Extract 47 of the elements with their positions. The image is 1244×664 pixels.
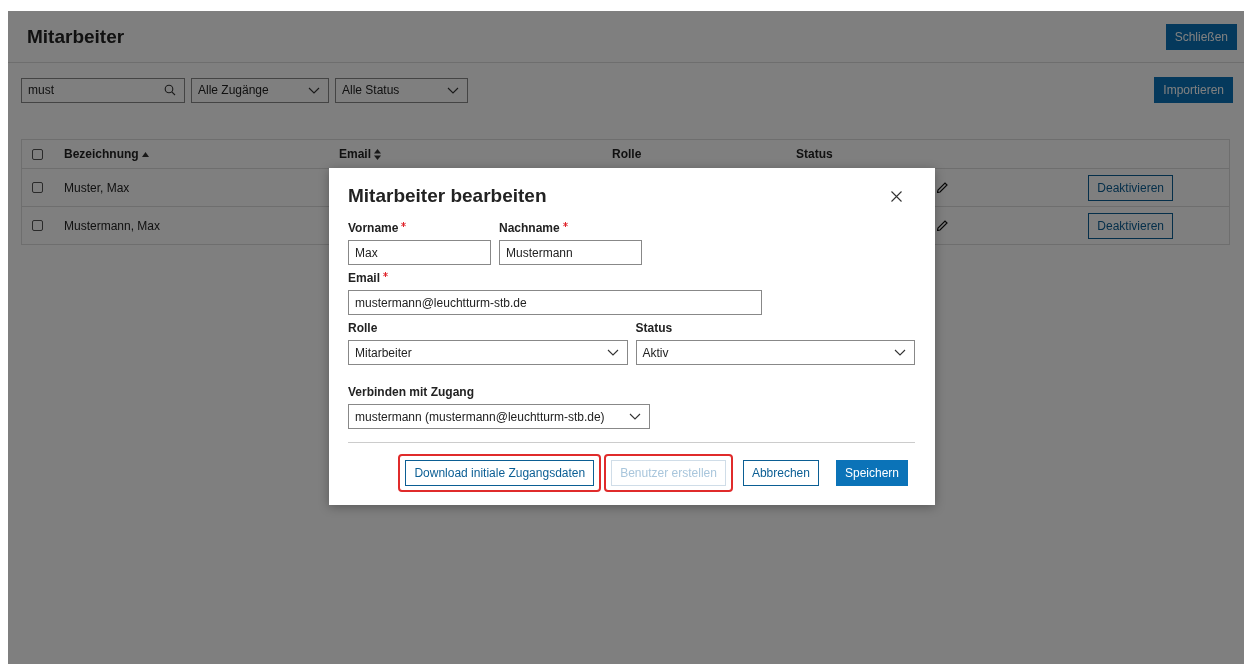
- dialog-button[interactable]: Abbrechen: [742, 460, 819, 486]
- deactivate-button[interactable]: Deaktivieren: [1088, 212, 1173, 239]
- pencil-icon[interactable]: [937, 220, 948, 231]
- import-button[interactable]: Importieren: [1154, 77, 1233, 103]
- required-icon: [383, 272, 388, 277]
- required-icon: [562, 222, 568, 227]
- checkbox[interactable]: [32, 182, 43, 193]
- input-field[interactable]: mustermann@leuchtturm-stb.de: [348, 290, 762, 315]
- required-icon: [401, 222, 407, 227]
- filter-dropdown[interactable]: Alle Status: [335, 77, 468, 103]
- field-label: Status: [635, 321, 673, 335]
- close-icon[interactable]: [891, 190, 902, 202]
- checkbox[interactable]: [32, 148, 43, 160]
- filter-dropdown[interactable]: Alle Zugänge: [191, 77, 329, 103]
- close-button[interactable]: Schließen: [1165, 23, 1237, 50]
- page-title: Mitarbeiter: [27, 25, 125, 48]
- sort-up-icon: [141, 151, 149, 157]
- chevron-icon: [447, 86, 459, 94]
- checkbox[interactable]: [32, 220, 43, 231]
- chevron-icon: [629, 413, 641, 420]
- chevron-icon: [894, 349, 906, 356]
- table-cell: Mustermann, Max: [64, 218, 161, 233]
- dropdown[interactable]: Mitarbeiter: [348, 340, 628, 365]
- column-header[interactable]: Bezeichnung: [64, 147, 149, 161]
- dropdown[interactable]: Aktiv: [635, 340, 915, 365]
- search-field[interactable]: must: [21, 77, 185, 103]
- dialog-button[interactable]: Speichern: [835, 460, 908, 486]
- input-field[interactable]: Mustermann: [499, 240, 642, 265]
- chevron-icon: [308, 86, 320, 94]
- dialog-button[interactable]: Download initiale Zugangsdaten: [405, 460, 595, 486]
- search-icon: [164, 84, 176, 96]
- chevron-icon: [606, 349, 619, 356]
- field-label: Vorname: [348, 221, 399, 235]
- dropdown[interactable]: mustermann (mustermann@leuchtturm-stb.de): [348, 404, 650, 429]
- sort-icon: [374, 148, 381, 160]
- input-field[interactable]: Max: [348, 240, 491, 265]
- dialog-title: Mitarbeiter bearbeiten: [348, 185, 547, 207]
- column-header[interactable]: Rolle: [612, 147, 642, 161]
- deactivate-button[interactable]: Deaktivieren: [1088, 174, 1173, 201]
- table-cell: Muster, Max: [64, 180, 130, 195]
- field-label: Email: [348, 271, 380, 285]
- column-header[interactable]: Email: [339, 147, 381, 161]
- field-label: Rolle: [348, 321, 378, 335]
- field-label: Nachname: [499, 221, 560, 235]
- field-label: Verbinden mit Zugang: [348, 385, 474, 399]
- pencil-icon[interactable]: [937, 182, 948, 193]
- column-header[interactable]: Status: [796, 147, 833, 161]
